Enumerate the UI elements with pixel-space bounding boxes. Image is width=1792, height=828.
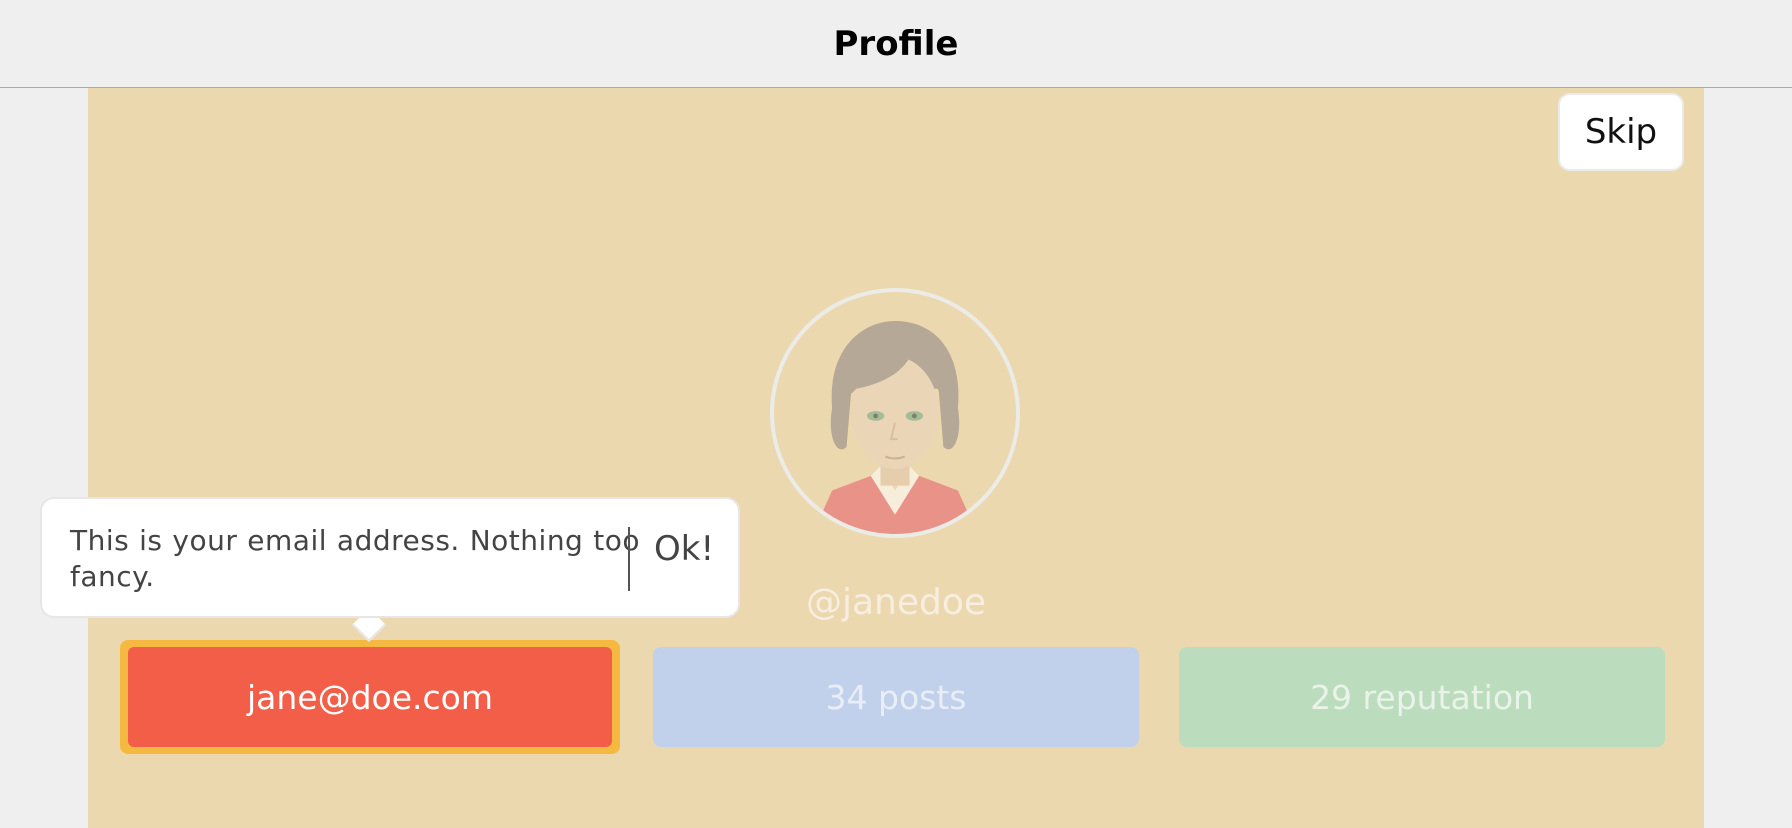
posts-stat-button[interactable]: 34 posts <box>653 647 1139 747</box>
navigation-bar: Profile <box>0 0 1792 88</box>
skip-button[interactable]: Skip <box>1558 93 1684 171</box>
coachmark-tooltip: This is your email address. Nothing too … <box>40 497 740 618</box>
avatar-woman-icon <box>812 321 978 534</box>
avatar <box>770 288 1020 538</box>
tooltip-text: This is your email address. Nothing too … <box>70 524 640 593</box>
tooltip-ok-button[interactable]: Ok! <box>654 529 714 569</box>
email-stat-button[interactable]: jane@doe.com <box>128 647 612 747</box>
page-title: Profile <box>833 24 959 64</box>
profile-content: Skip @janedoe jane@doe.com 34 posts 29 r… <box>88 88 1704 828</box>
reputation-stat-button[interactable]: 29 reputation <box>1179 647 1665 747</box>
tooltip-divider <box>628 527 630 591</box>
